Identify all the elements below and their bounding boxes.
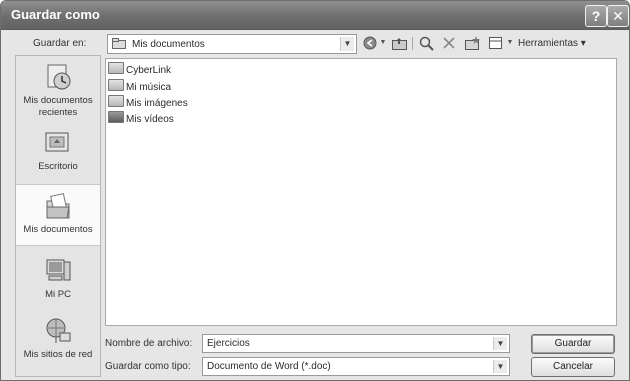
place-label: Mis documentos [23,224,93,235]
desktop-icon [45,132,69,152]
place-label: recientes [38,107,78,118]
place-label: Mis documentos [23,95,93,106]
place-label: Mi PC [45,289,71,300]
place-desktop[interactable]: Escritorio [16,128,100,182]
save-in-value: Mis documentos [132,39,205,50]
place-my-documents[interactable]: Mis documentos [16,184,100,246]
place-recent-documents[interactable]: Mis documentos recientes [16,62,100,124]
new-folder-icon[interactable] [464,35,482,51]
list-item[interactable]: CyberLink [108,62,171,78]
delete-icon[interactable] [441,35,457,51]
back-icon[interactable] [362,35,380,51]
recent-documents-icon [47,64,71,90]
help-button[interactable]: ? [585,5,607,27]
places-bar: Mis documentos recientes Escritorio Mis … [15,55,101,377]
place-network[interactable]: Mis sitios de red [16,316,100,372]
title-bar: Guardar como ? ✕ [1,1,629,30]
views-dropdown-icon[interactable]: ▼ [506,35,514,51]
folder-icon [108,62,124,74]
chevron-down-icon[interactable]: ▼ [493,337,507,350]
list-item[interactable]: Mis vídeos [108,111,174,127]
pictures-folder-icon [108,95,124,107]
filename-input[interactable]: Ejercicios ▼ [202,334,510,353]
views-icon[interactable] [488,35,504,51]
up-folder-icon[interactable] [391,35,409,51]
list-item[interactable]: Mi música [108,79,171,95]
folder-icon [112,38,126,49]
place-label: Escritorio [38,161,78,172]
file-name: CyberLink [126,65,172,76]
file-name: Mis vídeos [126,114,174,125]
save-in-combo[interactable]: Mis documentos ▼ [107,34,357,54]
chevron-down-icon[interactable]: ▼ [340,37,354,51]
list-item[interactable]: Mis imágenes [108,95,188,111]
file-name: Mi música [126,82,172,93]
filetype-label: Guardar como tipo: [105,361,191,372]
my-computer-icon [46,259,71,281]
music-folder-icon [108,79,124,91]
save-as-dialog: Guardar como ? ✕ Guardar en: Mis documen… [0,0,630,381]
toolbar-separator [412,37,413,50]
video-folder-icon [108,111,124,123]
cancel-button[interactable]: Cancelar [531,357,615,377]
filetype-select[interactable]: Documento de Word (*.doc) ▼ [202,357,510,376]
search-web-icon[interactable] [418,35,436,51]
file-list[interactable]: CyberLink Mi música Mis imágenes Mis víd… [105,58,617,326]
filetype-value: Documento de Word (*.doc) [207,361,331,372]
filename-value: Ejercicios [207,338,250,349]
save-button[interactable]: Guardar [531,334,615,354]
network-places-icon [46,318,71,343]
close-button[interactable]: ✕ [607,5,629,27]
place-label: Mis sitios de red [23,349,93,360]
chevron-down-icon[interactable]: ▼ [493,360,507,373]
file-name: Mis imágenes [126,98,188,109]
back-dropdown-icon[interactable]: ▼ [379,35,387,51]
save-in-label: Guardar en: [33,38,87,49]
my-documents-icon [46,193,70,219]
filename-label: Nombre de archivo: [105,338,193,349]
place-my-computer[interactable]: Mi PC [16,256,100,310]
window-title: Guardar como [11,7,100,22]
tools-menu[interactable]: Herramientas ▾ [518,38,586,49]
